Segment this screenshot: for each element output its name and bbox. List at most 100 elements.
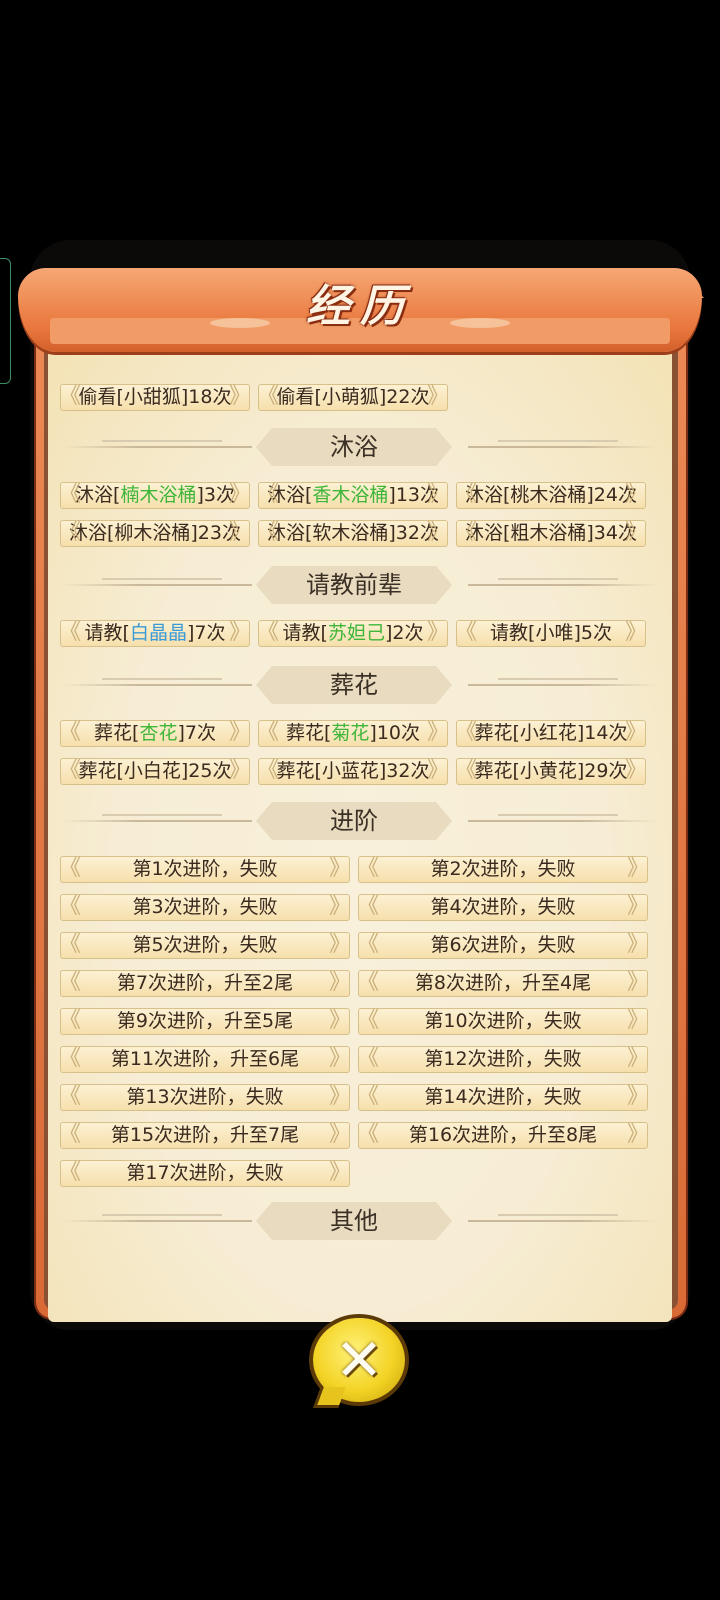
record-item: 请教[白晶晶]7次 bbox=[59, 620, 251, 647]
item-text: 第15次进阶，升至7尾 bbox=[110, 1124, 300, 1146]
record-item: 第12次进阶，失败 bbox=[357, 1046, 649, 1073]
record-item: 葬花[小红花]14次 bbox=[455, 720, 647, 747]
highlight-name: 白晶晶 bbox=[129, 622, 187, 644]
item-text: 第7次进阶，升至2尾 bbox=[116, 972, 294, 994]
experience-list[interactable]: 偷看[小甜狐]18次偷看[小萌狐]22次沐浴沐浴[楠木浴桶]3次沐浴[香木浴桶]… bbox=[48, 340, 672, 1322]
item-text: 第6次进阶，失败 bbox=[430, 934, 576, 956]
record-item: 第3次进阶，失败 bbox=[59, 894, 351, 921]
divider bbox=[468, 584, 658, 586]
item-text: 请教[ bbox=[282, 622, 328, 644]
item-text: 第1次进阶，失败 bbox=[132, 858, 278, 880]
section-header: 进阶 bbox=[48, 802, 672, 840]
item-text: 第9次进阶，升至5尾 bbox=[116, 1010, 294, 1032]
item-text: 第11次进阶，升至6尾 bbox=[110, 1048, 300, 1070]
close-button[interactable]: ✕ bbox=[313, 1318, 405, 1402]
record-item: 第17次进阶，失败 bbox=[59, 1160, 351, 1187]
close-icon: ✕ bbox=[334, 1326, 384, 1394]
record-item: 第14次进阶，失败 bbox=[357, 1084, 649, 1111]
item-text: 偷看[小萌狐]22次 bbox=[276, 386, 430, 408]
section-header: 请教前辈 bbox=[48, 566, 672, 604]
item-text: 第10次进阶，失败 bbox=[424, 1010, 582, 1032]
record-item: 第1次进阶，失败 bbox=[59, 856, 351, 883]
item-text: ]10次 bbox=[369, 722, 421, 744]
divider bbox=[468, 684, 658, 686]
record-item: 沐浴[软木浴桶]32次 bbox=[257, 520, 449, 547]
item-text: 葬花[ bbox=[285, 722, 332, 744]
item-text: 葬花[小红花]14次 bbox=[474, 722, 628, 744]
record-item: 葬花[小白花]25次 bbox=[59, 758, 251, 785]
item-text: 第14次进阶，失败 bbox=[424, 1086, 582, 1108]
record-item: 第15次进阶，升至7尾 bbox=[59, 1122, 351, 1149]
record-item: 偷看[小甜狐]18次 bbox=[59, 384, 251, 411]
record-item: 葬花[杏花]7次 bbox=[59, 720, 251, 747]
divider bbox=[62, 440, 252, 448]
record-item: 沐浴[桃木浴桶]24次 bbox=[455, 482, 647, 509]
record-item: 第5次进阶，失败 bbox=[59, 932, 351, 959]
item-text: 第8次进阶，升至4尾 bbox=[414, 972, 592, 994]
item-text: 第12次进阶，失败 bbox=[424, 1048, 582, 1070]
record-item: 第4次进阶，失败 bbox=[357, 894, 649, 921]
item-text: 请教[小唯]5次 bbox=[490, 622, 612, 644]
record-item: 沐浴[香木浴桶]13次 bbox=[257, 482, 449, 509]
highlight-name: 苏妲己 bbox=[327, 622, 385, 644]
record-item: 第11次进阶，升至6尾 bbox=[59, 1046, 351, 1073]
record-item: 第9次进阶，升至5尾 bbox=[59, 1008, 351, 1035]
divider bbox=[62, 678, 252, 686]
record-item: 第16次进阶，升至8尾 bbox=[357, 1122, 649, 1149]
record-item: 沐浴[柳木浴桶]23次 bbox=[59, 520, 251, 547]
section-title: 葬花 bbox=[256, 666, 452, 704]
item-text: 葬花[小白花]25次 bbox=[78, 760, 232, 782]
record-item: 第6次进阶，失败 bbox=[357, 932, 649, 959]
record-item: 第7次进阶，升至2尾 bbox=[59, 970, 351, 997]
section-title: 其他 bbox=[256, 1202, 452, 1240]
divider bbox=[468, 446, 658, 448]
record-item: 第10次进阶，失败 bbox=[357, 1008, 649, 1035]
item-text: ]7次 bbox=[177, 722, 216, 744]
section-header: 其他 bbox=[48, 1202, 672, 1240]
record-item: 第8次进阶，升至4尾 bbox=[357, 970, 649, 997]
divider bbox=[62, 578, 252, 586]
item-text: 沐浴[软木浴桶]32次 bbox=[266, 522, 439, 544]
item-text: 葬花[ bbox=[94, 722, 140, 744]
section-header: 葬花 bbox=[48, 666, 672, 704]
item-text: 第5次进阶，失败 bbox=[132, 934, 278, 956]
item-text: 第16次进阶，升至8尾 bbox=[408, 1124, 598, 1146]
item-text: 偷看[小甜狐]18次 bbox=[78, 386, 232, 408]
record-item: 葬花[菊花]10次 bbox=[257, 720, 449, 747]
item-text: 葬花[小蓝花]32次 bbox=[276, 760, 430, 782]
record-item: 葬花[小黄花]29次 bbox=[455, 758, 647, 785]
record-item: 沐浴[楠木浴桶]3次 bbox=[59, 482, 251, 509]
section-title: 请教前辈 bbox=[256, 566, 452, 604]
item-text: ]7次 bbox=[186, 622, 226, 644]
item-text: 沐浴[粗木浴桶]34次 bbox=[464, 522, 637, 544]
dialog-title: 经历 bbox=[306, 281, 414, 332]
item-text: ]13次 bbox=[388, 484, 440, 506]
record-item: 偷看[小萌狐]22次 bbox=[257, 384, 449, 411]
item-text: 葬花[小黄花]29次 bbox=[474, 760, 628, 782]
divider bbox=[62, 814, 252, 822]
item-text: 请教[ bbox=[84, 622, 130, 644]
highlight-name: 楠木浴桶 bbox=[120, 484, 197, 506]
divider bbox=[468, 1220, 658, 1222]
section-title: 进阶 bbox=[256, 802, 452, 840]
item-text: ]3次 bbox=[196, 484, 235, 506]
highlight-name: 菊花 bbox=[331, 722, 370, 744]
item-text: 第17次进阶，失败 bbox=[126, 1162, 284, 1184]
item-text: 第3次进阶，失败 bbox=[132, 896, 278, 918]
section-header: 沐浴 bbox=[48, 428, 672, 466]
item-text: 沐浴[柳木浴桶]23次 bbox=[68, 522, 241, 544]
section-title: 沐浴 bbox=[256, 428, 452, 466]
record-item: 第13次进阶，失败 bbox=[59, 1084, 351, 1111]
item-text: ]2次 bbox=[384, 622, 424, 644]
record-item: 第2次进阶，失败 bbox=[357, 856, 649, 883]
item-text: 第13次进阶，失败 bbox=[126, 1086, 284, 1108]
highlight-name: 杏花 bbox=[139, 722, 178, 744]
item-text: 沐浴[ bbox=[266, 484, 313, 506]
divider bbox=[468, 820, 658, 822]
item-text: 第4次进阶，失败 bbox=[430, 896, 576, 918]
item-text: 第2次进阶，失败 bbox=[430, 858, 576, 880]
record-item: 葬花[小蓝花]32次 bbox=[257, 758, 449, 785]
highlight-name: 香木浴桶 bbox=[312, 484, 389, 506]
record-item: 请教[小唯]5次 bbox=[455, 620, 647, 647]
record-item: 请教[苏妲己]2次 bbox=[257, 620, 449, 647]
